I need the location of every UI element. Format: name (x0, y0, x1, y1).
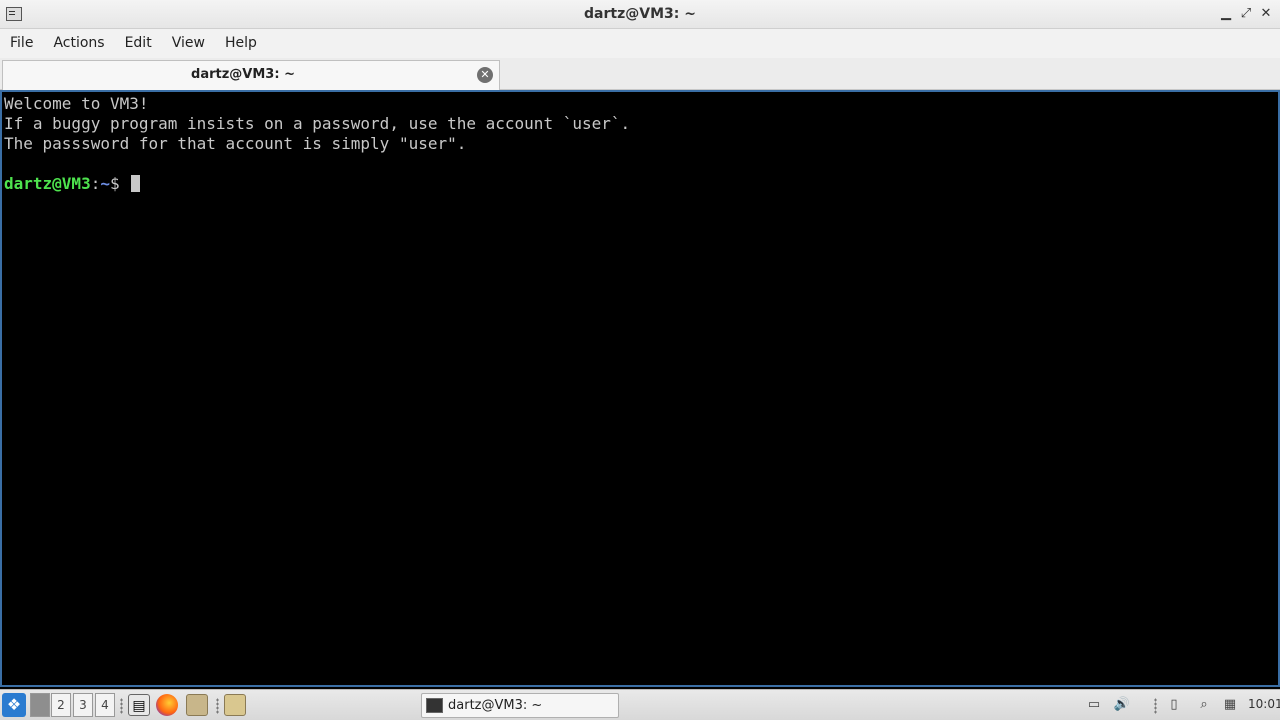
terminal-prompt-line: dartz@VM3:~$ (4, 174, 1278, 194)
input-method-icon[interactable]: ▦ (1220, 695, 1240, 715)
keyboard-icon[interactable]: ▭ (1084, 695, 1104, 715)
desktop-2-button[interactable]: 2 (51, 693, 71, 717)
close-icon[interactable]: ✕ (1258, 6, 1274, 22)
file-manager-icon[interactable]: ▤ (128, 694, 150, 716)
tab-bar: dartz@VM3: ~ ✕ (0, 58, 1280, 90)
menu-view[interactable]: View (162, 29, 215, 58)
menu-actions[interactable]: Actions (43, 29, 114, 58)
terminal-line: If a buggy program insists on a password… (4, 114, 631, 133)
window-title: dartz@VM3: ~ (584, 6, 696, 22)
taskbar: ❖ 2 3 4 ▤ dartz@VM3: ~ ▭ 🔊 ▯ ⌕ ▦ 10:01 (0, 689, 1280, 720)
menu-help[interactable]: Help (215, 29, 267, 58)
search-icon[interactable]: ⌕ (1194, 695, 1214, 715)
terminal-line: The passsword for that account is simply… (4, 134, 467, 153)
firefox-icon[interactable] (156, 694, 178, 716)
taskbar-separator (216, 698, 219, 714)
clipboard-icon[interactable]: ▯ (1164, 695, 1184, 715)
package-icon[interactable] (224, 694, 246, 716)
desktop-3-button[interactable]: 3 (73, 693, 93, 717)
terminal-area[interactable]: Welcome to VM3! If a buggy program insis… (0, 90, 1280, 687)
tab-label: dartz@VM3: ~ (191, 67, 295, 82)
terminal-icon (426, 698, 443, 713)
prompt-path: ~ (100, 174, 110, 193)
menu-edit[interactable]: Edit (115, 29, 162, 58)
window-titlebar[interactable]: dartz@VM3: ~ ▁ ⤢ ✕ (0, 0, 1280, 29)
text-cursor (131, 175, 141, 192)
taskbar-separator (1154, 698, 1157, 714)
clock[interactable]: 10:01 (1248, 697, 1280, 711)
taskbar-window-label: dartz@VM3: ~ (448, 698, 543, 713)
prompt-colon: : (90, 174, 101, 193)
prompt-symbol: $ (109, 174, 120, 193)
desktop-4-button[interactable]: 4 (95, 693, 115, 717)
menu-bar: File Actions Edit View Help (0, 29, 1280, 58)
prompt-user-host: dartz@VM3 (4, 174, 91, 193)
folder-icon[interactable] (186, 694, 208, 716)
volume-icon[interactable]: 🔊 (1112, 695, 1132, 715)
tab-close-icon[interactable]: ✕ (477, 67, 493, 83)
menu-file[interactable]: File (0, 29, 43, 58)
taskbar-window-terminal[interactable]: dartz@VM3: ~ (421, 693, 619, 718)
terminal-line: Welcome to VM3! (4, 94, 149, 113)
start-menu-icon[interactable]: ❖ (2, 693, 26, 717)
maximize-icon[interactable]: ⤢ (1238, 6, 1254, 22)
tab-terminal[interactable]: dartz@VM3: ~ ✕ (2, 60, 500, 90)
taskbar-separator (120, 698, 123, 714)
minimize-icon[interactable]: ▁ (1218, 6, 1234, 22)
desktop-1-button[interactable] (30, 693, 50, 717)
